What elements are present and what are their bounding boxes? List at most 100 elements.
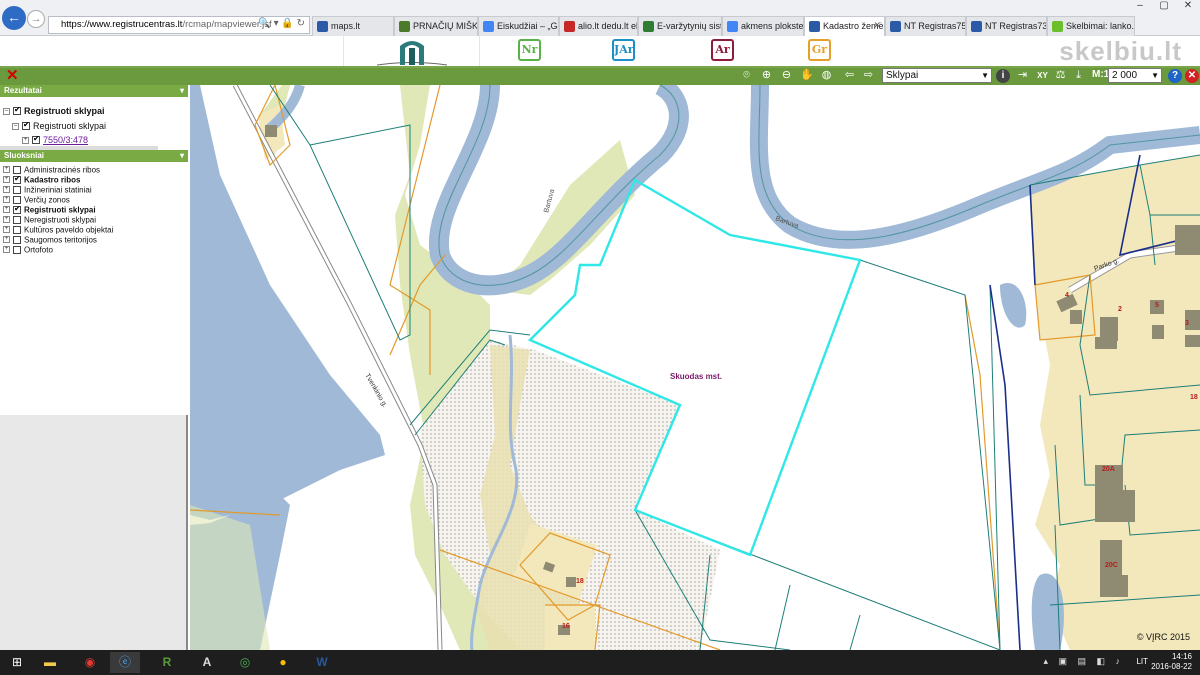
juridiniai-asmenys-icon[interactable]: JAr: [612, 39, 635, 61]
tab-5[interactable]: E-varžytynių siste...: [638, 16, 722, 36]
layer-checkbox[interactable]: [13, 245, 21, 254]
word-icon[interactable]: W: [307, 652, 337, 673]
language-indicator[interactable]: LIT: [1136, 657, 1148, 666]
expand-node-icon[interactable]: +: [3, 176, 10, 184]
binoculars-icon[interactable]: ⌾: [740, 69, 753, 82]
globe-icon[interactable]: ◎: [230, 652, 260, 673]
expand-node-icon[interactable]: +: [3, 226, 10, 234]
close-tab-icon[interactable]: ✕: [873, 20, 881, 31]
clock[interactable]: 14:16 2016-08-22: [1151, 652, 1192, 672]
layer-checkbox[interactable]: [13, 165, 21, 174]
cadastral-map[interactable]: Skuodas mst. Bartuva Bartuva Tvenkinio g…: [190, 85, 1200, 650]
next-extent-icon[interactable]: ⇨: [862, 69, 875, 82]
expand-node-icon[interactable]: +: [3, 206, 10, 214]
chrome-icon[interactable]: ●: [268, 652, 298, 673]
info-icon[interactable]: i: [996, 69, 1010, 83]
app-a-icon[interactable]: A: [192, 652, 222, 673]
layer-checkbox[interactable]: [13, 195, 21, 204]
pan-hand-icon[interactable]: ✋: [800, 69, 814, 82]
checkbox[interactable]: [32, 134, 40, 144]
tab-4[interactable]: alio.lt dedu.lt elen...: [559, 16, 638, 36]
tab-8[interactable]: NT Registras75/862: [885, 16, 966, 36]
windows-taskbar: ⊞ ▬ ◉ ⓔ R A ◎ ● W ▴ ▣ ▤ ◧ ♪ LIT 14:16 20…: [0, 650, 1200, 675]
browser-chrome: ← → https://www.registrucentras.lt/rcmap…: [0, 0, 1200, 36]
layers-header[interactable]: Sluoksniai ▾: [0, 150, 188, 162]
house-number: 20C: [1105, 562, 1118, 569]
tab-7[interactable]: Kadastro žemė... ✕: [804, 16, 885, 36]
layer-item[interactable]: + Saugomos teritorijos: [3, 235, 97, 244]
address-bar[interactable]: https://www.registrucentras.lt/rcmap/map…: [48, 16, 310, 34]
checkbox[interactable]: [22, 120, 30, 130]
tab-6[interactable]: akmens plokstes ...: [722, 16, 804, 36]
collapse-node-icon[interactable]: –: [3, 107, 10, 115]
address-bar-icons[interactable]: 🔍 ▾ 🔒 ↻: [258, 18, 305, 29]
close-window-icon[interactable]: ✕: [1176, 0, 1200, 11]
expand-node-icon[interactable]: +: [3, 246, 10, 254]
back-button[interactable]: ←: [2, 6, 26, 30]
maximize-icon[interactable]: ▢: [1152, 0, 1176, 11]
clock-date: 2016-08-22: [1151, 662, 1192, 671]
layer-item[interactable]: + Kultūros paveldo objektai: [3, 225, 113, 234]
system-tray-icons[interactable]: ▴ ▣ ▤ ◧ ♪: [1043, 656, 1124, 667]
collapse-icon[interactable]: ▾: [180, 150, 184, 162]
app-r-icon[interactable]: R: [152, 652, 182, 673]
layer-checkbox[interactable]: [13, 215, 21, 224]
layer-item[interactable]: + Neregistruoti sklypai: [3, 215, 96, 224]
tab-2[interactable]: PRNAČIŲ MIŠKO ...: [394, 16, 478, 36]
collapse-icon[interactable]: ▾: [180, 85, 184, 97]
coordinates-button[interactable]: XY: [1036, 69, 1049, 82]
layer-checkbox[interactable]: [13, 185, 21, 194]
windows-start-icon[interactable]: ⊞: [2, 652, 32, 673]
tab-3[interactable]: Eiskudžiai – „Goo...: [478, 16, 559, 36]
nekilnojamasis-turtas-icon[interactable]: Nr: [518, 39, 541, 61]
close-panel-icon[interactable]: ✕: [6, 68, 19, 84]
results-header[interactable]: Rezultatai ▾: [0, 85, 188, 97]
expand-node-icon[interactable]: +: [22, 136, 29, 144]
map-canvas[interactable]: Skuodas mst. Bartuva Bartuva Tvenkinio g…: [190, 85, 1200, 650]
file-explorer-icon[interactable]: ▬: [35, 652, 65, 673]
app-header: skelbiu.lt Nr JAr Ar Gr: [0, 36, 1200, 66]
expand-node-icon[interactable]: +: [3, 196, 10, 204]
export-icon[interactable]: ⇥: [1016, 69, 1029, 82]
layer-checkbox[interactable]: [13, 174, 21, 184]
adresai-icon[interactable]: Ar: [711, 39, 734, 61]
registrucentras-logo[interactable]: [343, 36, 480, 66]
parcel-link[interactable]: 7550/3:478: [43, 135, 88, 145]
minimize-icon[interactable]: –: [1128, 0, 1152, 11]
layer-checkbox[interactable]: [13, 225, 21, 234]
layer-item[interactable]: + Ortofoto: [3, 245, 53, 254]
measure-icon[interactable]: ⚖: [1054, 69, 1067, 82]
internet-explorer-icon[interactable]: ⓔ: [110, 652, 140, 673]
full-extent-icon[interactable]: ◍: [820, 69, 833, 82]
layer-checkbox[interactable]: [13, 235, 21, 244]
collapse-node-icon[interactable]: –: [12, 122, 19, 130]
zoom-out-icon[interactable]: ⊖: [780, 69, 793, 82]
layer-item[interactable]: + Kadastro ribos: [3, 174, 80, 184]
zoom-in-icon[interactable]: ⊕: [760, 69, 773, 82]
layer-label: Administracinės ribos: [24, 165, 101, 175]
help-icon[interactable]: ?: [1168, 69, 1182, 83]
layer-select[interactable]: Sklypai ▼: [882, 68, 992, 83]
layer-item[interactable]: + Registruoti sklypai: [3, 204, 96, 214]
tab-1[interactable]: maps.lt: [312, 16, 394, 36]
tree-node-parcel[interactable]: +7550/3:478: [22, 134, 88, 145]
previous-extent-icon[interactable]: ⇦: [843, 69, 856, 82]
expand-node-icon[interactable]: +: [3, 166, 10, 174]
checkbox[interactable]: [13, 105, 21, 115]
forward-button[interactable]: →: [27, 10, 45, 28]
close-icon[interactable]: ✕: [1185, 69, 1199, 83]
tree-node-root[interactable]: – Registruoti sklypai: [3, 105, 105, 116]
scale-select[interactable]: 2 000 ▼: [1108, 68, 1162, 83]
layer-item[interactable]: + Inžineriniai statiniai: [3, 185, 92, 194]
tab-10[interactable]: Skelbimai: lanko...: [1047, 16, 1135, 36]
tree-node-child[interactable]: – Registruoti sklypai: [12, 120, 106, 131]
expand-node-icon[interactable]: +: [3, 236, 10, 244]
expand-node-icon[interactable]: +: [3, 186, 10, 194]
download-icon[interactable]: ⤓: [1072, 69, 1085, 82]
expand-node-icon[interactable]: +: [3, 216, 10, 224]
gyventojai-icon[interactable]: Gr: [808, 39, 831, 61]
opera-icon[interactable]: ◉: [75, 652, 105, 673]
tab-label: NT Registras73/5...: [985, 21, 1047, 31]
tab-9[interactable]: NT Registras73/5...: [966, 16, 1047, 36]
layer-checkbox[interactable]: [13, 204, 21, 214]
